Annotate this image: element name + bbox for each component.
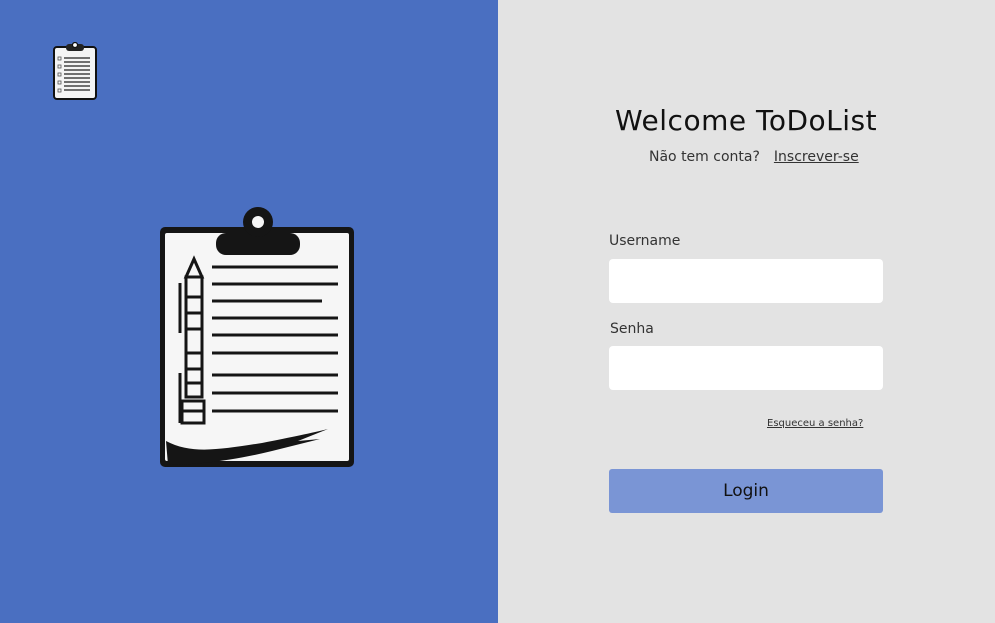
brand-panel — [0, 0, 498, 623]
username-label: Username — [609, 233, 681, 249]
signup-link[interactable]: Inscrever-se — [774, 149, 859, 165]
password-label: Senha — [610, 321, 654, 337]
password-input[interactable] — [609, 346, 883, 390]
login-button[interactable]: Login — [609, 469, 883, 513]
forgot-password-link[interactable]: Esqueceu a senha? — [767, 418, 863, 429]
clipboard-list-icon — [53, 42, 97, 100]
clipboard-pencil-icon — [160, 207, 354, 467]
page-title: Welcome ToDoList — [615, 104, 878, 137]
username-input[interactable] — [609, 259, 883, 303]
signup-prompt: Não tem conta? — [649, 149, 760, 165]
signup-row: Não tem conta? Inscrever-se — [649, 149, 859, 165]
login-panel — [498, 0, 995, 623]
